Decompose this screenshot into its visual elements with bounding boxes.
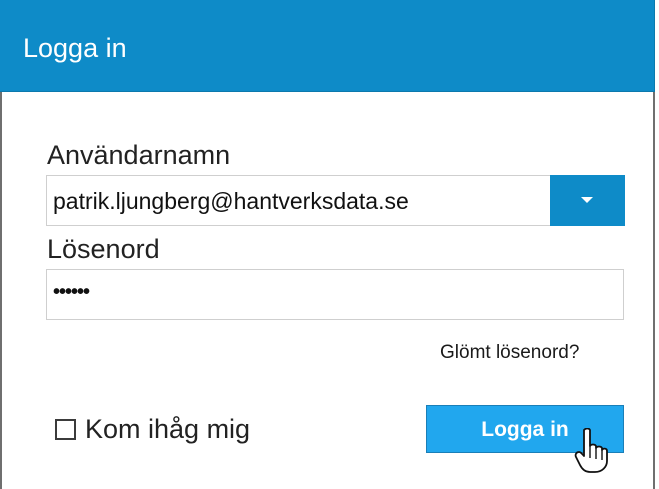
login-dialog: Logga in Användarnamn patrik.ljungberg@h… <box>0 0 659 489</box>
dialog-right-border <box>653 92 655 489</box>
username-label: Användarnamn <box>47 140 231 170</box>
dialog-left-border <box>0 92 2 489</box>
hand-pointer-icon <box>574 428 608 473</box>
chevron-down-icon <box>581 197 593 203</box>
password-label: Lösenord <box>47 234 160 264</box>
remember-me-checkbox[interactable] <box>55 419 76 440</box>
password-value[interactable]: •••••• <box>53 282 90 302</box>
forgot-password-link[interactable]: Glömt lösenord? <box>440 343 579 362</box>
username-field[interactable]: patrik.ljungberg@hantverksdata.se <box>46 175 625 226</box>
dialog-titlebar: Logga in <box>0 0 655 92</box>
remember-me-label[interactable]: Kom ihåg mig <box>85 416 250 443</box>
dialog-title: Logga in <box>23 33 127 63</box>
username-value[interactable]: patrik.ljungberg@hantverksdata.se <box>53 190 409 213</box>
username-dropdown-button[interactable] <box>550 175 625 226</box>
password-field[interactable]: •••••• <box>46 269 624 320</box>
